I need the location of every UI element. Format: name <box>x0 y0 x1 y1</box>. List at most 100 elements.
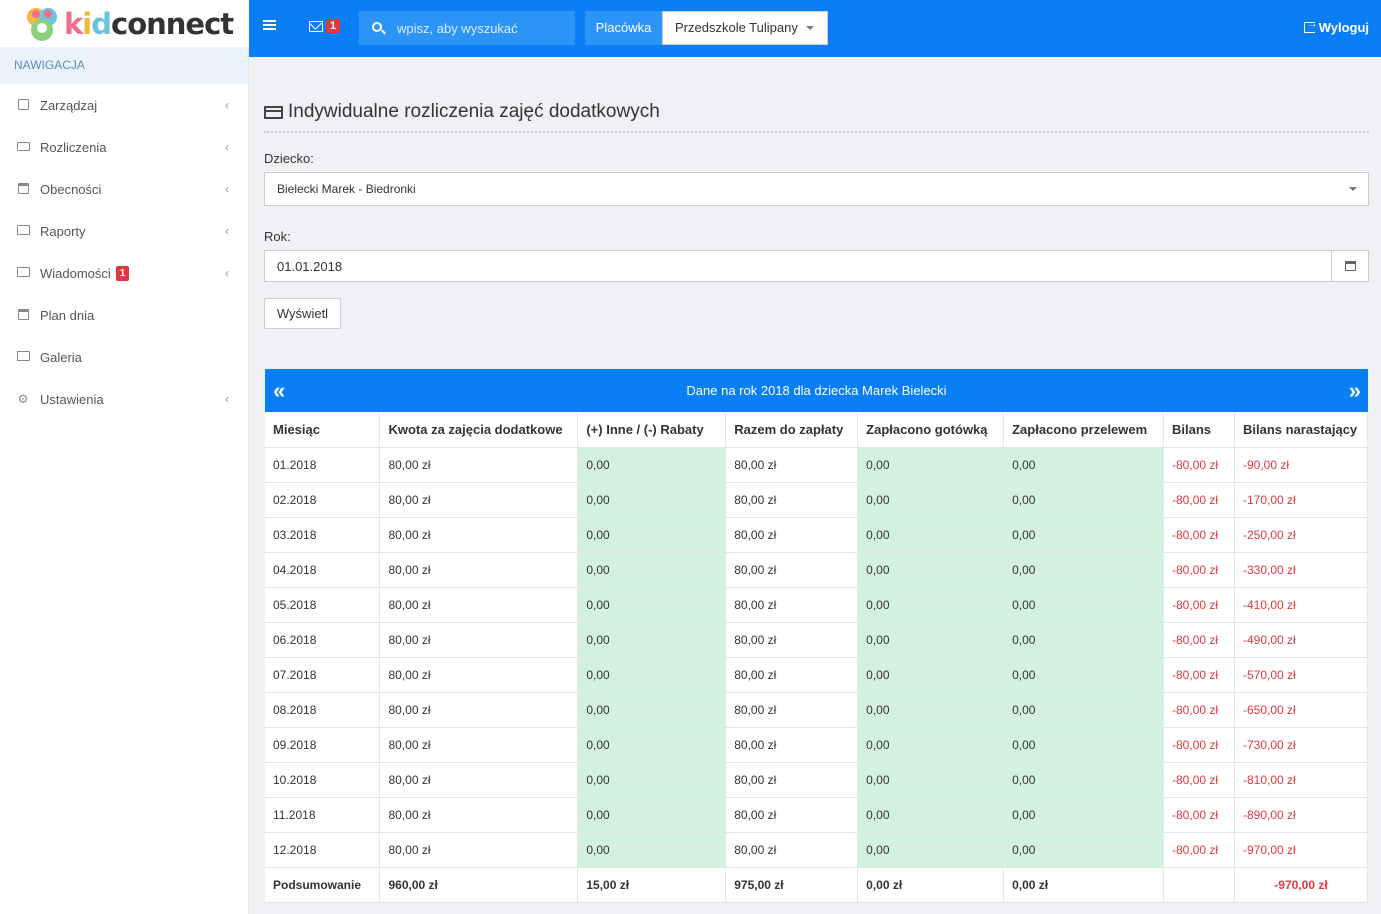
envelope-icon <box>17 267 30 279</box>
child-label: Dziecko: <box>264 151 314 166</box>
cumulative-balance-cell: -250,00 zł <box>1234 517 1369 553</box>
logout-button[interactable]: Wyloguj <box>1303 18 1369 35</box>
adjustment-cell: 0,00 <box>577 692 727 728</box>
sidebar-item-galeria[interactable]: Galeria <box>0 336 248 378</box>
month-cell: 01.2018 <box>265 447 381 483</box>
logo-text: kidconnect <box>64 6 234 41</box>
adjustment-cell: 0,00 <box>577 762 727 798</box>
cumulative-balance-cell: -970,00 zł <box>1234 832 1369 868</box>
title-divider <box>264 131 1369 133</box>
balance-cell: -80,00 zł <box>1163 622 1235 658</box>
total-cell: 80,00 zł <box>725 727 859 763</box>
calendar-button[interactable] <box>1332 250 1369 282</box>
cash-paid-cell: 0,00 <box>857 762 1005 798</box>
table-row: 08.2018 80,00 zł 0,00 80,00 zł 0,00 0,00 -80,0… <box>265 692 1369 728</box>
fee-cell: 80,00 zł <box>379 657 579 693</box>
month-cell: 06.2018 <box>265 622 381 658</box>
show-button[interactable]: Wyświetl <box>264 298 341 329</box>
messages-count-badge: 1 <box>326 19 341 33</box>
sidebar-item-ustawienia[interactable]: ⚙ Ustawienia ‹ <box>0 378 248 420</box>
month-cell: 03.2018 <box>265 517 381 553</box>
next-year-icon[interactable]: » <box>1349 369 1361 412</box>
month-cell: 08.2018 <box>265 692 381 728</box>
search-input[interactable] <box>397 11 567 45</box>
table-row: 09.2018 80,00 zł 0,00 80,00 zł 0,00 0,00 -80,0… <box>265 727 1369 763</box>
image-icon <box>17 351 30 363</box>
calendar-icon <box>1344 261 1356 271</box>
total-cell: 80,00 zł <box>725 797 859 833</box>
table-row: 04.2018 80,00 zł 0,00 80,00 zł 0,00 0,00 -80,0… <box>265 552 1369 588</box>
gear-icon: ⚙ <box>17 392 29 406</box>
menu-toggle-icon[interactable] <box>263 20 276 31</box>
building-icon <box>17 99 29 111</box>
summary-fee-cell: 960,00 zł <box>379 867 579 903</box>
cash-paid-cell: 0,00 <box>857 727 1005 763</box>
column-header: Razem do zapłaty <box>725 412 859 448</box>
table-row: 10.2018 80,00 zł 0,00 80,00 zł 0,00 0,00 -80,0… <box>265 762 1369 798</box>
child-select[interactable]: Bielecki Marek - Biedronki <box>264 172 1369 206</box>
sidebar-item-label: Wiadomości <box>40 265 111 281</box>
search-icon[interactable] <box>372 22 382 32</box>
chevron-left-icon: ‹ <box>225 182 229 196</box>
cumulative-balance-cell: -650,00 zł <box>1234 692 1369 728</box>
cumulative-balance-cell: -410,00 zł <box>1234 587 1369 623</box>
sidebar-item-zarzadzaj[interactable]: Zarządzaj ‹ <box>0 84 248 126</box>
year-label: Rok: <box>264 229 291 244</box>
balance-cell: -80,00 zł <box>1163 482 1235 518</box>
page-title: Indywidualne rozliczenia zajęć dodatkowy… <box>264 101 660 123</box>
sidebar-item-label: Obecności <box>40 181 102 197</box>
month-cell: 11.2018 <box>265 797 381 833</box>
table-row: 11.2018 80,00 zł 0,00 80,00 zł 0,00 0,00 -80,0… <box>265 797 1369 833</box>
messages-button[interactable]: 1 <box>309 19 343 37</box>
sign-out-icon <box>1303 18 1318 33</box>
sidebar-item-label: Raporty <box>40 223 86 239</box>
table-row: 07.2018 80,00 zł 0,00 80,00 zł 0,00 0,00 -80,0… <box>265 657 1369 693</box>
cumulative-balance-cell: -170,00 zł <box>1234 482 1369 518</box>
caret-down-icon <box>806 26 814 30</box>
fee-cell: 80,00 zł <box>379 762 579 798</box>
nav-header: Nawigacja <box>0 47 248 84</box>
total-cell: 80,00 zł <box>725 622 859 658</box>
sidebar-item-wiadomosci[interactable]: Wiadomości 1 ‹ <box>0 252 248 294</box>
balance-cell: -80,00 zł <box>1163 517 1235 553</box>
cash-paid-cell: 0,00 <box>857 517 1005 553</box>
column-header: Kwota za zajęcia dodatkowe <box>379 412 579 448</box>
cumulative-balance-cell: -90,00 zł <box>1234 447 1369 483</box>
balance-cell: -80,00 zł <box>1163 447 1235 483</box>
fee-cell: 80,00 zł <box>379 587 579 623</box>
summary-transfer-paid-cell: 0,00 zł <box>1003 867 1165 903</box>
total-cell: 80,00 zł <box>725 692 859 728</box>
balance-cell: -80,00 zł <box>1163 587 1235 623</box>
adjustment-cell: 0,00 <box>577 482 727 518</box>
billing-table-panel: « Dane na rok 2018 dla dziecka Marek Bie… <box>265 369 1369 903</box>
year-date-input[interactable]: 01.01.2018 <box>264 250 1332 282</box>
chevron-left-icon: ‹ <box>225 392 229 406</box>
sidebar-item-raporty[interactable]: Raporty ‹ <box>0 210 248 252</box>
sidebar-item-rozliczenia[interactable]: Rozliczenia ‹ <box>0 126 248 168</box>
cash-paid-cell: 0,00 <box>857 482 1005 518</box>
sidebar-item-plan-dnia[interactable]: Plan dnia <box>0 294 248 336</box>
balance-cell: -80,00 zł <box>1163 692 1235 728</box>
total-cell: 80,00 zł <box>725 447 859 483</box>
adjustment-cell: 0,00 <box>577 832 727 868</box>
previous-year-icon[interactable]: « <box>273 369 285 412</box>
sidebar-item-label: Ustawienia <box>40 391 104 407</box>
sidebar-item-obecnosci[interactable]: Obecności ‹ <box>0 168 248 210</box>
billing-table: Miesiąc Kwota za zajęcia dodatkowe (+) I… <box>265 412 1369 903</box>
table-row: 06.2018 80,00 zł 0,00 80,00 zł 0,00 0,00 -80,0… <box>265 622 1369 658</box>
fee-cell: 80,00 zł <box>379 692 579 728</box>
fee-cell: 80,00 zł <box>379 727 579 763</box>
facility-select[interactable]: Przedszkole Tulipany <box>662 11 828 45</box>
cumulative-balance-cell: -330,00 zł <box>1234 552 1369 588</box>
table-caption: Dane na rok 2018 dla dziecka Marek Biele… <box>686 383 947 398</box>
month-cell: 10.2018 <box>265 762 381 798</box>
column-header: Zapłacono przelewem <box>1003 412 1165 448</box>
facility-select-value: Przedszkole Tulipany <box>675 20 798 35</box>
app-logo[interactable]: kidconnect <box>0 0 249 47</box>
table-row: 12.2018 80,00 zł 0,00 80,00 zł 0,00 0,00 -80,0… <box>265 832 1369 868</box>
chevron-left-icon: ‹ <box>225 98 229 112</box>
cash-paid-cell: 0,00 <box>857 622 1005 658</box>
cash-paid-cell: 0,00 <box>857 692 1005 728</box>
top-navbar: 1 Placówka Przedszkole Tulipany Wyloguj <box>249 0 1381 57</box>
credit-card-icon <box>264 105 283 119</box>
